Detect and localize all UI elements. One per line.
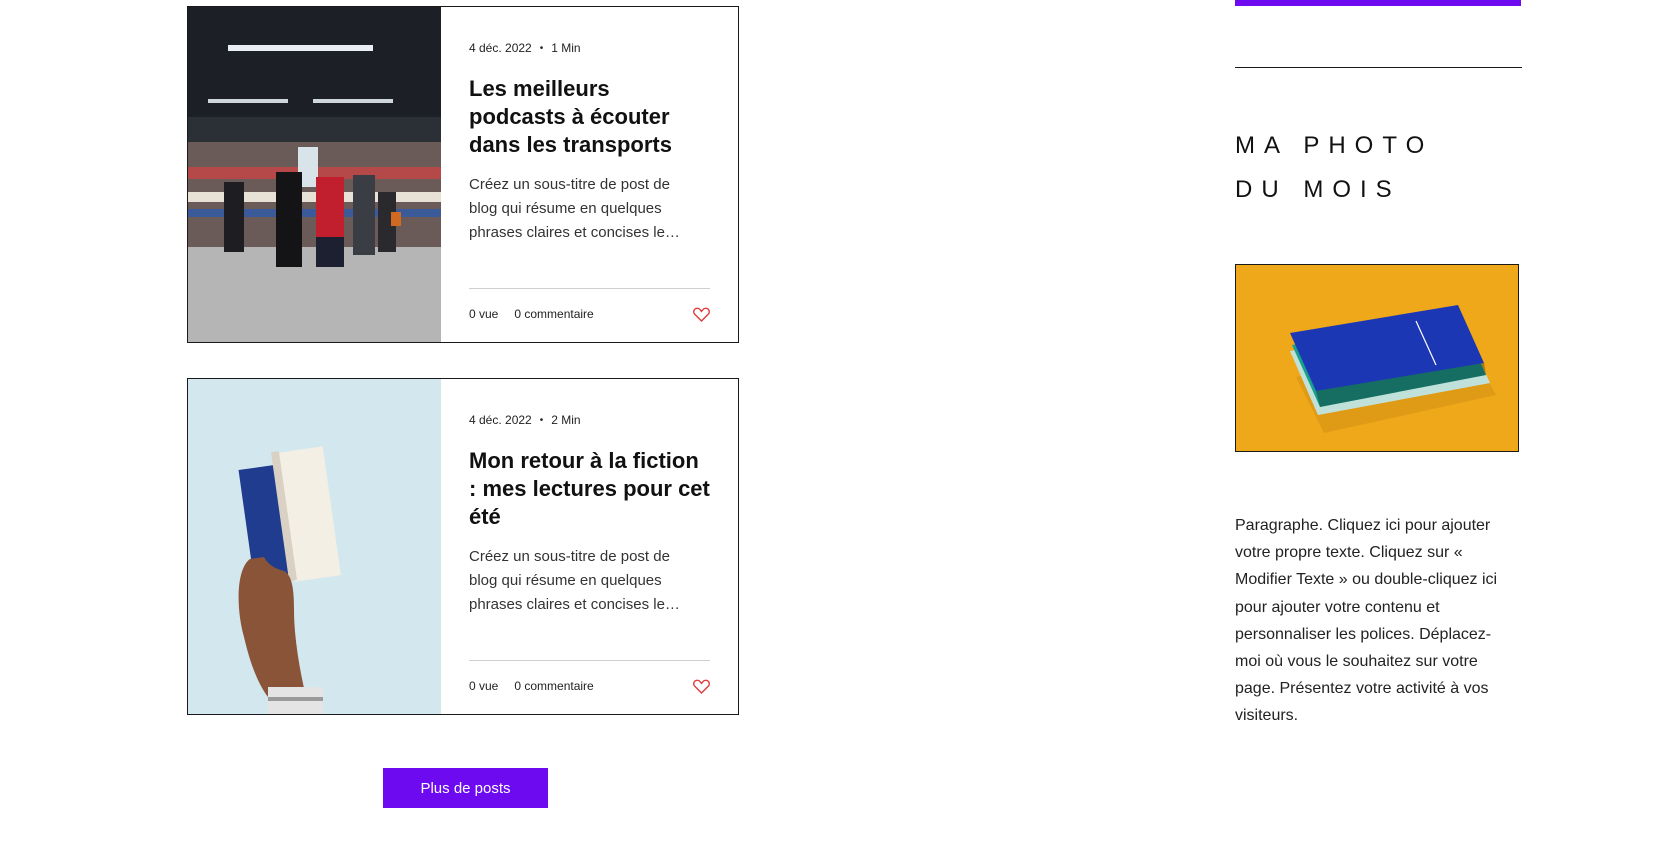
post-body: 4 déc. 2022 • 2 Min Mon retour à la fict… — [441, 379, 738, 714]
sidebar-heading-line: MA PHOTO — [1235, 132, 1434, 159]
post-date: 4 déc. 2022 — [469, 41, 532, 55]
heart-icon[interactable] — [692, 678, 710, 694]
sidebar-heading: MA PHOTO DU MOIS — [1235, 124, 1555, 212]
post-title[interactable]: Mon retour à la fiction : mes lectures p… — [469, 447, 710, 531]
meta-separator-dot: • — [539, 42, 544, 54]
meta-separator-dot: • — [539, 414, 544, 426]
post-title[interactable]: Les meilleurs podcasts à écouter dans le… — [469, 75, 710, 159]
post-excerpt[interactable]: Créez un sous-titre de post de blog qui … — [469, 545, 691, 617]
post-card[interactable]: 4 déc. 2022 • 1 Min Les meilleurs podcas… — [187, 6, 739, 343]
post-comments[interactable]: 0 commentaire — [514, 679, 593, 693]
post-card[interactable]: 4 déc. 2022 • 2 Min Mon retour à la fict… — [187, 378, 739, 715]
blue-book-photo — [1235, 264, 1519, 452]
post-body: 4 déc. 2022 • 1 Min Les meilleurs podcas… — [441, 7, 738, 342]
post-footer: 0 vue 0 commentaire — [469, 288, 710, 322]
post-views: 0 vue — [469, 679, 499, 693]
sidebar-paragraph[interactable]: Paragraphe. Cliquez ici pour ajouter vot… — [1235, 512, 1510, 730]
post-views: 0 vue — [469, 307, 499, 321]
post-meta: 4 déc. 2022 • 1 Min — [469, 41, 710, 55]
post-footer: 0 vue 0 commentaire — [469, 660, 710, 694]
post-comments[interactable]: 0 commentaire — [514, 307, 593, 321]
sidebar-accent-bar — [1235, 0, 1521, 6]
hand-holding-book-photo[interactable] — [188, 379, 441, 714]
post-read-time: 1 Min — [551, 41, 581, 55]
post-meta: 4 déc. 2022 • 2 Min — [469, 413, 710, 427]
sidebar-divider — [1235, 67, 1522, 68]
more-posts-button[interactable]: Plus de posts — [383, 768, 548, 808]
blog-page: 4 déc. 2022 • 1 Min Les meilleurs podcas… — [0, 0, 1662, 845]
sidebar-heading-line: DU MOIS — [1235, 176, 1401, 203]
metro-platform-photo[interactable] — [188, 7, 441, 342]
post-excerpt[interactable]: Créez un sous-titre de post de blog qui … — [469, 173, 691, 245]
post-date: 4 déc. 2022 — [469, 413, 532, 427]
post-read-time: 2 Min — [551, 413, 581, 427]
heart-icon[interactable] — [692, 306, 710, 322]
